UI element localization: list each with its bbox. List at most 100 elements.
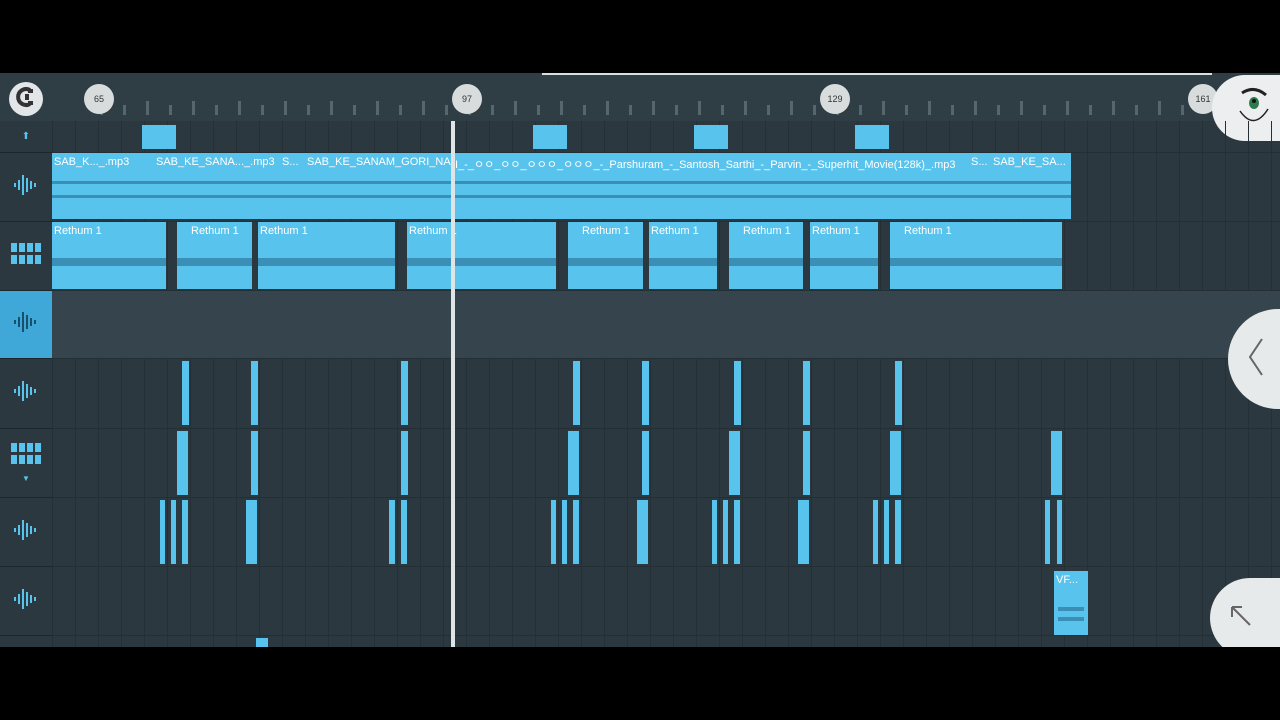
audio-slice[interactable]	[389, 500, 395, 564]
pattern-slice[interactable]	[803, 431, 810, 495]
audio-slice[interactable]	[637, 500, 648, 564]
track-head-1[interactable]	[0, 153, 52, 222]
pattern-clip-rethum[interactable]: Rethum 1	[649, 222, 717, 289]
waveform-icon	[13, 173, 39, 202]
pattern-slice[interactable]	[568, 431, 579, 495]
ruler-tick	[721, 105, 724, 115]
lane-0[interactable]	[52, 121, 1280, 153]
letterbox-top	[0, 0, 1280, 73]
pattern-slice[interactable]	[890, 431, 901, 495]
audio-slice[interactable]	[160, 500, 165, 564]
audio-slice[interactable]	[251, 361, 258, 425]
ruler-tick	[399, 105, 402, 115]
track-headers: ⬆ ▼	[0, 121, 52, 647]
track-head-2[interactable]	[0, 222, 52, 291]
lane-4[interactable]	[52, 359, 1280, 429]
pattern-clip[interactable]	[694, 125, 728, 149]
audio-slice[interactable]	[562, 500, 567, 564]
ruler-tick	[215, 105, 218, 115]
audio-slice[interactable]	[712, 500, 717, 564]
track-head-7[interactable]	[0, 567, 52, 636]
audio-slice[interactable]	[895, 500, 901, 564]
ruler-tick	[652, 101, 655, 115]
audio-slice[interactable]	[171, 500, 176, 564]
pattern-slice[interactable]	[401, 431, 408, 495]
ruler-tick	[1066, 101, 1069, 115]
audio-slice[interactable]	[884, 500, 889, 564]
bar-marker-65[interactable]: 65	[84, 84, 114, 114]
ruler-tick	[192, 101, 195, 115]
pattern-clip-rethum[interactable]: Rethum 1	[890, 222, 1062, 289]
clip-label: Rethum 1	[409, 225, 457, 237]
audio-slice[interactable]	[734, 500, 740, 564]
pattern-clip-rethum[interactable]: Rethum 1	[258, 222, 395, 289]
partial-clip[interactable]	[256, 638, 268, 647]
pattern-clip[interactable]	[142, 125, 176, 149]
pattern-clip-rethum[interactable]: Rethum 1	[810, 222, 878, 289]
ruler-tick	[353, 105, 356, 115]
ruler-tick	[629, 105, 632, 115]
lane-7[interactable]: VF...	[52, 567, 1280, 636]
audio-slice[interactable]	[182, 500, 188, 564]
ruler-tick	[974, 101, 977, 115]
audio-slice[interactable]	[642, 361, 649, 425]
pattern-clip-rethum[interactable]: Rethum 1	[52, 222, 166, 289]
lane-3-selected[interactable]	[52, 291, 1280, 359]
vf-clip[interactable]: VF...	[1054, 571, 1088, 635]
lane-1-audio[interactable]: SAB_K..._.mp3 SAB_KE_SANA..._.mp3 S... S…	[52, 153, 1280, 222]
pattern-slice[interactable]	[729, 431, 740, 495]
audio-slice[interactable]	[895, 361, 902, 425]
waveform-icon	[13, 310, 39, 339]
pattern-clip-rethum[interactable]: Rethum 1	[407, 222, 556, 289]
audio-slice[interactable]	[551, 500, 556, 564]
timeline-ruler[interactable]: 65 97 129 161	[0, 73, 1280, 141]
audio-slice[interactable]	[401, 500, 407, 564]
audio-slice[interactable]	[873, 500, 878, 564]
bar-marker-129[interactable]: 129	[820, 84, 850, 114]
track-head-3-selected[interactable]	[0, 291, 52, 359]
ruler-tick	[675, 105, 678, 115]
pattern-slice[interactable]	[1051, 431, 1062, 495]
ruler-tick	[261, 105, 264, 115]
ruler-tick	[1043, 105, 1046, 115]
audio-slice[interactable]	[734, 361, 741, 425]
playlist-lanes[interactable]: SAB_K..._.mp3 SAB_KE_SANA..._.mp3 S... S…	[52, 121, 1280, 647]
audio-slice[interactable]	[723, 500, 728, 564]
audio-clip-strip[interactable]: SAB_K..._.mp3 SAB_KE_SANA..._.mp3 S... S…	[52, 153, 1071, 219]
audio-slice[interactable]	[1057, 500, 1062, 564]
bar-marker-97[interactable]: 97	[452, 84, 482, 114]
track-head-5[interactable]: ▼	[0, 429, 52, 498]
pattern-clip[interactable]	[533, 125, 567, 149]
clip-label: Rethum 1	[54, 225, 102, 237]
audio-slice[interactable]	[803, 361, 810, 425]
lane-5[interactable]	[52, 429, 1280, 498]
ruler-tick	[1112, 101, 1115, 115]
audio-slice[interactable]	[246, 500, 257, 564]
pattern-slice[interactable]	[642, 431, 649, 495]
track-head-0[interactable]: ⬆	[0, 121, 52, 153]
dropdown-arrow-icon[interactable]: ▼	[22, 474, 30, 483]
track-head-6[interactable]	[0, 498, 52, 567]
audio-slice[interactable]	[1045, 500, 1050, 564]
audio-slice[interactable]	[182, 361, 189, 425]
lane-6[interactable]	[52, 498, 1280, 567]
pattern-clip-rethum[interactable]: Rethum 1	[568, 222, 643, 289]
pattern-clip-rethum[interactable]: Rethum 1	[177, 222, 252, 289]
lane-2-pattern[interactable]: Rethum 1 Rethum 1 Rethum 1 Rethum 1 Reth…	[52, 222, 1280, 291]
pattern-clip[interactable]	[855, 125, 889, 149]
audio-slice[interactable]	[573, 500, 579, 564]
audio-slice[interactable]	[798, 500, 809, 564]
track-head-4[interactable]	[0, 359, 52, 429]
audio-slice[interactable]	[401, 361, 408, 425]
audio-slice[interactable]	[573, 361, 580, 425]
pattern-clip-rethum[interactable]: Rethum 1	[729, 222, 803, 289]
snap-button[interactable]	[9, 82, 43, 116]
pattern-slice[interactable]	[251, 431, 258, 495]
small-arrow-icon: ⬆	[21, 131, 31, 142]
playhead[interactable]	[451, 121, 455, 647]
audio-clip-label: I_-_ㅇㅇ_ㅇㅇ_ㅇㅇㅇ_ㅇㅇㅇ_-_Parshuram_-_Santosh_…	[455, 159, 956, 171]
clip-label: Rethum 1	[812, 225, 860, 237]
ruler-tick	[997, 105, 1000, 115]
ruler-tick	[1181, 105, 1184, 115]
pattern-slice[interactable]	[177, 431, 188, 495]
